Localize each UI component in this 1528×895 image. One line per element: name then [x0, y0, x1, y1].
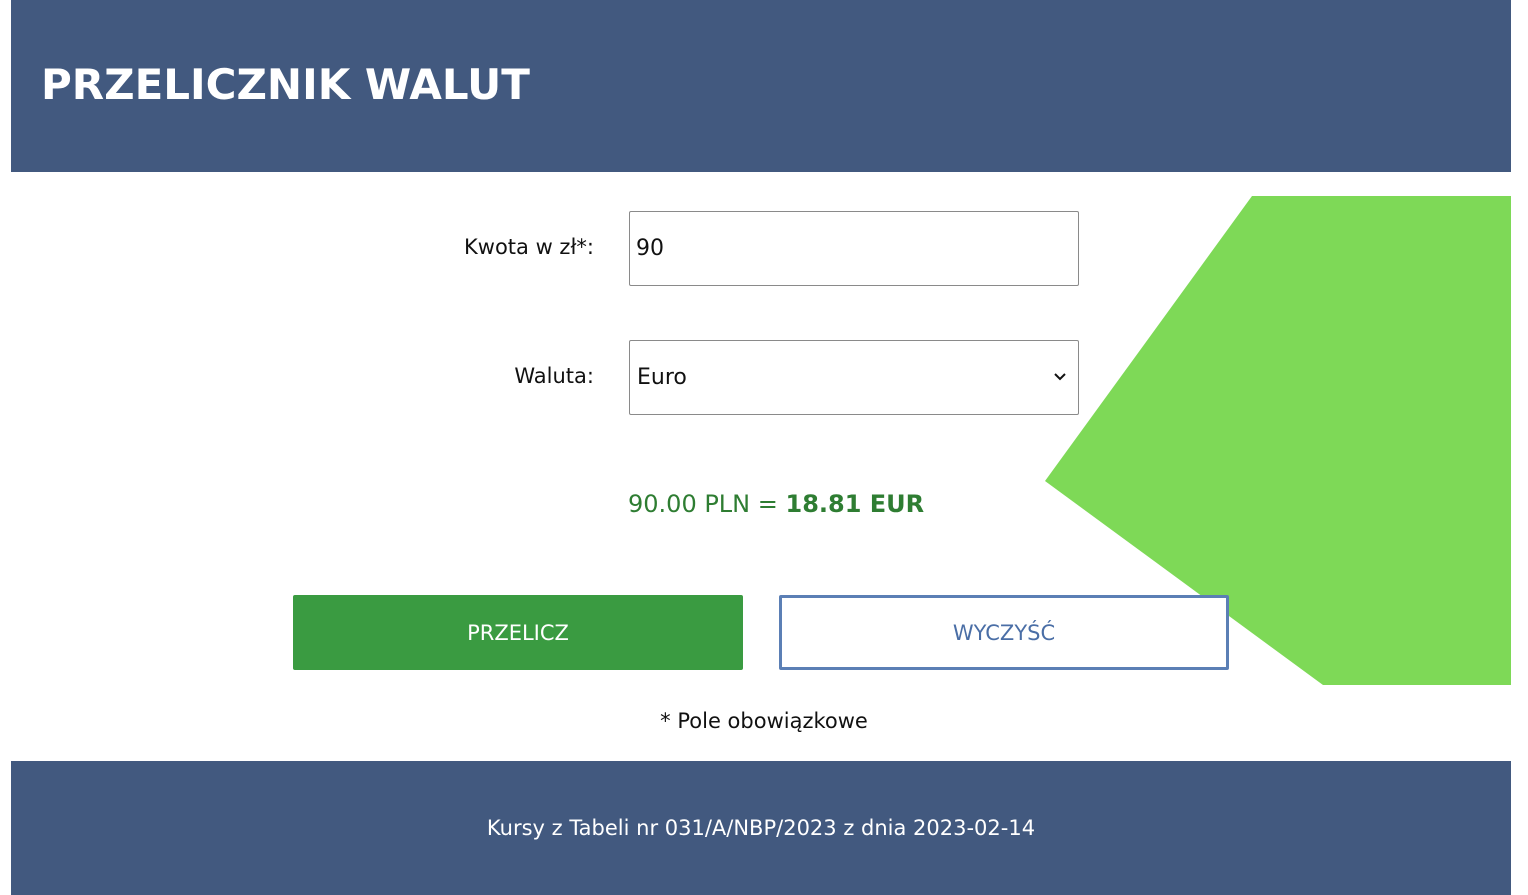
result-source-amount: 90.00 PLN =: [628, 490, 786, 518]
currency-select-value: Euro: [637, 365, 687, 390]
amount-label: Kwota w zł*:: [464, 235, 594, 259]
required-field-note: * Pole obowiązkowe: [660, 709, 868, 733]
amount-input[interactable]: [629, 211, 1079, 286]
exchange-rate-source: Kursy z Tabeli nr 031/A/NBP/2023 z dnia …: [486, 816, 1036, 840]
currency-select[interactable]: Euro: [629, 340, 1079, 415]
clear-button[interactable]: WYCZYŚĆ: [779, 595, 1229, 670]
currency-converter-page: PRZELICZNIK WALUT Kwota w zł*: Waluta: E…: [0, 0, 1528, 895]
page-title: PRZELICZNIK WALUT: [41, 60, 530, 109]
chevron-down-icon: [1054, 373, 1066, 381]
conversion-result: 90.00 PLN = 18.81 EUR: [628, 490, 924, 518]
page-header: PRZELICZNIK WALUT: [11, 0, 1511, 172]
result-converted-amount: 18.81 EUR: [785, 490, 925, 518]
convert-button[interactable]: PRZELICZ: [293, 595, 743, 670]
currency-label: Waluta:: [514, 364, 594, 388]
page-footer: Kursy z Tabeli nr 031/A/NBP/2023 z dnia …: [11, 761, 1511, 895]
